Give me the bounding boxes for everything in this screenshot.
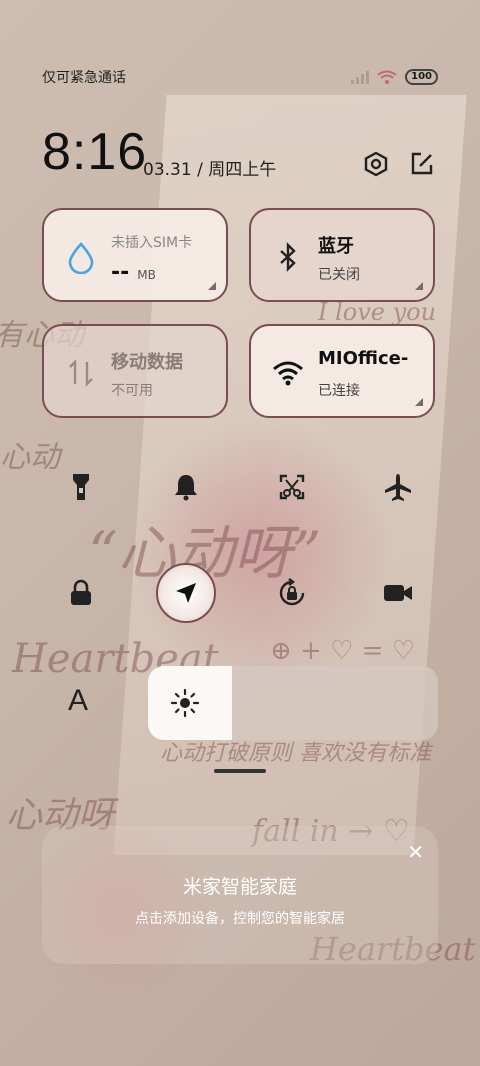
smart-home-card[interactable]: ✕ 米家智能家庭 点击添加设备，控制您的智能家居 xyxy=(42,826,438,964)
wallpaper-doodle: I love you xyxy=(318,298,437,326)
panel-drag-handle[interactable] xyxy=(214,769,266,773)
wifi-icon xyxy=(377,70,397,84)
data-usage-value: -- xyxy=(111,260,130,285)
tile-corner-indicator xyxy=(415,282,423,290)
battery-icon: 100 xyxy=(405,69,438,85)
status-icons: 100 xyxy=(351,69,438,85)
clock-date: 03.31 / 周四上午 xyxy=(143,160,277,180)
sim-status-label: 未插入SIM卡 xyxy=(111,235,193,251)
sun-icon xyxy=(170,688,200,718)
wifi-network-name: MIOffice- xyxy=(318,348,409,369)
clock-time: 8:16 xyxy=(42,123,148,181)
flashlight-icon[interactable] xyxy=(64,470,98,504)
sim-usage: -- MB xyxy=(111,260,156,285)
sim-data-tile[interactable]: 未插入SIM卡 -- MB xyxy=(42,208,228,302)
wifi-icon xyxy=(273,361,303,386)
data-usage-unit: MB xyxy=(137,268,156,282)
edit-icon[interactable] xyxy=(408,150,436,178)
settings-icon[interactable] xyxy=(362,150,390,178)
wallpaper-doodle: 心动 xyxy=(0,440,60,475)
bluetooth-label: 蓝牙 xyxy=(318,236,354,257)
close-icon[interactable]: ✕ xyxy=(407,840,424,864)
bell-icon[interactable] xyxy=(169,470,203,504)
location-toggle[interactable] xyxy=(156,563,216,623)
status-bar: 仅可紧急通话 100 xyxy=(42,66,438,88)
bluetooth-icon xyxy=(280,242,296,272)
smart-home-title: 米家智能家庭 xyxy=(182,876,297,898)
mobile-data-icon xyxy=(69,359,93,387)
tile-corner-indicator xyxy=(415,398,423,406)
signal-icon xyxy=(351,71,370,84)
location-icon xyxy=(176,583,196,603)
font-size-label[interactable]: A xyxy=(68,684,88,718)
screenshot-icon[interactable] xyxy=(275,470,309,504)
bluetooth-tile[interactable]: 蓝牙 已关闭 xyxy=(249,208,435,302)
mobile-data-status: 不可用 xyxy=(111,383,153,399)
smart-home-subtitle: 点击添加设备，控制您的智能家居 xyxy=(135,911,345,927)
bluetooth-status: 已关闭 xyxy=(318,267,360,283)
wifi-tile[interactable]: MIOffice- 已连接 xyxy=(249,324,435,418)
tile-corner-indicator xyxy=(208,282,216,290)
airplane-icon[interactable] xyxy=(381,470,415,504)
wifi-status: 已连接 xyxy=(318,383,360,399)
rotation-lock-icon[interactable] xyxy=(275,576,309,610)
video-icon[interactable] xyxy=(381,576,415,610)
mobile-data-label: 移动数据 xyxy=(111,352,183,373)
mobile-data-tile[interactable]: 移动数据 不可用 xyxy=(42,324,228,418)
carrier-text: 仅可紧急通话 xyxy=(42,70,126,86)
wallpaper-doodle: ⊕ + ♡ = ♡ xyxy=(270,636,416,666)
lock-icon[interactable] xyxy=(64,576,98,610)
brightness-slider[interactable] xyxy=(148,666,438,740)
water-drop-icon xyxy=(68,242,94,274)
